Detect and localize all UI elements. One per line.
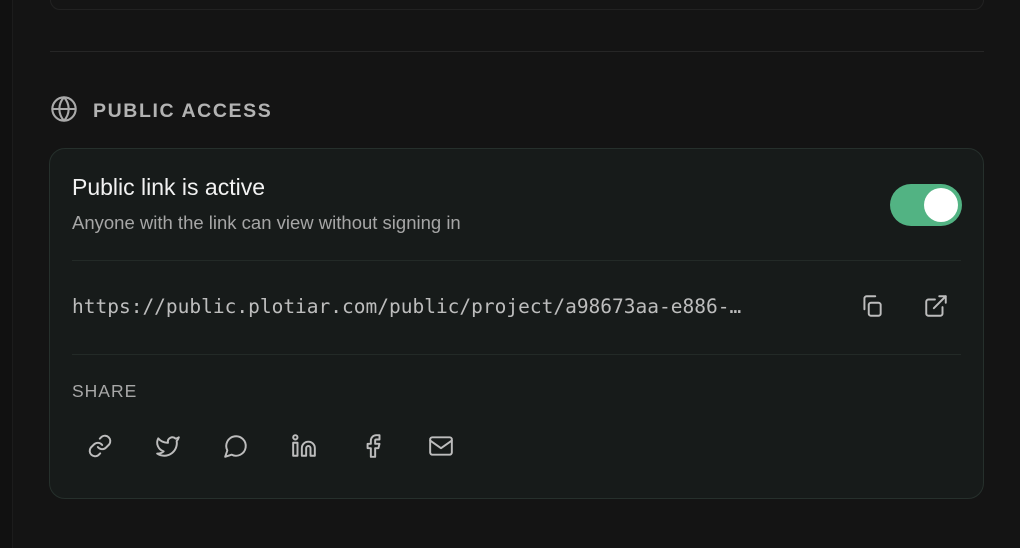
share-facebook-button[interactable] — [355, 430, 391, 466]
external-link-icon — [923, 293, 949, 324]
left-edge-panel — [0, 0, 13, 548]
open-url-button[interactable] — [918, 290, 954, 326]
public-access-header: PUBLIC ACCESS — [50, 95, 273, 128]
card-divider — [72, 260, 961, 261]
copy-url-button[interactable] — [854, 290, 890, 326]
chat-bubble-icon — [223, 433, 249, 464]
share-twitter-button[interactable] — [150, 430, 186, 466]
copy-icon — [859, 293, 885, 324]
twitter-icon — [155, 433, 181, 464]
public-link-status-title: Public link is active — [72, 174, 266, 200]
public-link-status-subtitle: Anyone with the link can view without si… — [72, 212, 461, 233]
linkedin-icon — [291, 433, 317, 464]
public-access-card: Public link is active Anyone with the li… — [49, 148, 984, 499]
previous-card — [50, 0, 984, 10]
facebook-icon — [360, 433, 386, 464]
globe-icon — [50, 95, 78, 128]
share-label: SHARE — [72, 381, 138, 401]
public-link-toggle[interactable] — [890, 184, 962, 226]
mail-icon — [428, 433, 454, 464]
section-title: PUBLIC ACCESS — [93, 99, 273, 122]
card-divider — [72, 354, 961, 355]
public-link-url[interactable]: https://public.plotiar.com/public/projec… — [72, 295, 832, 318]
share-email-button[interactable] — [423, 430, 459, 466]
link-icon — [87, 433, 113, 464]
share-chat-button[interactable] — [218, 430, 254, 466]
section-divider — [50, 51, 984, 52]
share-copy-link-button[interactable] — [82, 430, 118, 466]
share-linkedin-button[interactable] — [286, 430, 322, 466]
toggle-knob — [924, 188, 958, 222]
